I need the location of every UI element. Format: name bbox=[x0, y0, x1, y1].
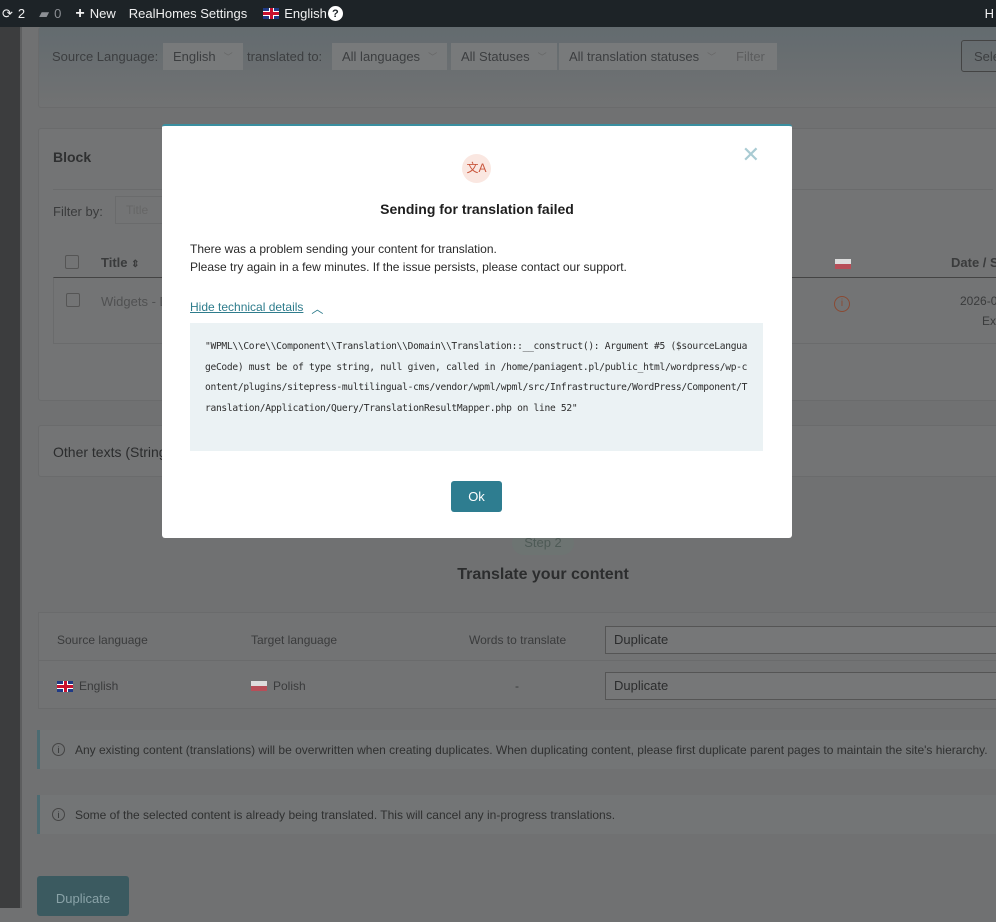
row-title[interactable]: Widgets - D bbox=[101, 294, 169, 309]
table-header: Source language Target language Words to… bbox=[39, 613, 996, 661]
uk-flag-icon bbox=[263, 8, 280, 19]
new-label: New bbox=[89, 6, 116, 21]
overwrite-notice: i Any existing content (translations) wil… bbox=[37, 730, 996, 769]
filter-button[interactable]: Filter bbox=[724, 43, 777, 70]
target-language-header: Target language bbox=[251, 633, 338, 647]
polish-flag-icon bbox=[251, 681, 267, 691]
status-select[interactable]: All Statuses ﹀ bbox=[451, 43, 557, 70]
polish-flag-icon bbox=[835, 259, 851, 269]
target-language-value: All languages bbox=[342, 49, 421, 64]
source-language-label: Source Language: bbox=[52, 49, 159, 64]
chevron-down-icon: ﹀ bbox=[707, 52, 717, 62]
notice-text: Some of the selected content is already … bbox=[75, 807, 616, 822]
date-column-header: Date / St bbox=[951, 255, 996, 270]
toggle-label: Hide technical details bbox=[190, 300, 304, 314]
filters-panel: Source Language: English ﹀ translated to:… bbox=[38, 27, 996, 108]
title-header-label: Title bbox=[101, 255, 128, 270]
updates-count: 2 bbox=[17, 6, 26, 21]
translation-status-value: All translation statuses bbox=[569, 49, 700, 64]
chevron-down-icon: ﹀ bbox=[428, 52, 438, 62]
words-header: Words to translate bbox=[469, 633, 567, 647]
target-language-cell: Polish bbox=[251, 679, 306, 693]
select-label: Sele bbox=[974, 48, 996, 64]
select-button[interactable]: Sele bbox=[961, 40, 996, 72]
updates-link[interactable]: ⟳ 2 bbox=[2, 6, 25, 22]
source-language-cell: English bbox=[57, 679, 118, 693]
translate-icon: 文A bbox=[462, 154, 491, 183]
status-value: All Statuses bbox=[461, 49, 530, 64]
close-icon[interactable]: ✕ bbox=[742, 144, 760, 166]
realhomes-settings-link[interactable]: RealHomes Settings bbox=[129, 6, 248, 21]
words-value: - bbox=[515, 679, 519, 693]
modal-title: Sending for translation failed bbox=[380, 201, 574, 217]
help-icon[interactable]: ? bbox=[327, 6, 343, 21]
admin-bar-account[interactable]: H bbox=[985, 6, 994, 21]
other-texts-title: Other texts (String bbox=[53, 444, 167, 460]
source-language-header: Source language bbox=[57, 633, 148, 647]
source-language-select[interactable]: English ﹀ bbox=[163, 43, 243, 70]
method-select[interactable]: Duplicate bbox=[605, 672, 996, 700]
translated-to-label: translated to: bbox=[247, 49, 323, 64]
modal-message-line2: Please try again in a few minutes. If th… bbox=[190, 260, 627, 274]
chevron-down-icon: ﹀ bbox=[223, 52, 233, 62]
admin-bar: ⟳ 2 ▰ 0 + New RealHomes Settings English? H bbox=[0, 0, 996, 27]
row-checkbox[interactable] bbox=[66, 293, 80, 307]
row-date: 2026-0 bbox=[960, 294, 996, 308]
refresh-icon: ⟳ bbox=[2, 5, 13, 21]
modal-message-line1: There was a problem sending your content… bbox=[190, 242, 497, 256]
translation-status-select[interactable]: All translation statuses ﹀ bbox=[559, 43, 727, 70]
table-row: English Polish - Duplicate bbox=[39, 665, 996, 713]
language-label: English bbox=[284, 6, 327, 21]
info-icon[interactable]: i bbox=[834, 296, 850, 312]
new-link[interactable]: + New bbox=[75, 5, 115, 23]
target-language-value: Polish bbox=[273, 679, 306, 693]
notice-text: Any existing content (translations) will… bbox=[75, 742, 988, 757]
sort-icon: ⇕ bbox=[131, 259, 140, 270]
info-icon: i bbox=[52, 808, 65, 821]
filter-label: Filter bbox=[736, 49, 765, 64]
plus-icon: + bbox=[75, 4, 85, 22]
language-switcher[interactable]: English? bbox=[263, 6, 343, 21]
technical-details: "WPML\\Core\\Component\\Translation\\Dom… bbox=[190, 323, 763, 451]
language-table: Source language Target language Words to… bbox=[38, 612, 996, 709]
row-status: Ext bbox=[982, 314, 996, 328]
uk-flag-icon bbox=[57, 680, 73, 692]
block-title: Block bbox=[53, 149, 92, 165]
filter-by-label: Filter by: bbox=[53, 204, 103, 219]
duplicate-button[interactable]: Duplicate bbox=[37, 876, 129, 916]
error-modal: 文A ✕ Sending for translation failed Ther… bbox=[162, 124, 792, 538]
admin-sidebar bbox=[0, 27, 22, 908]
target-language-select[interactable]: All languages ﹀ bbox=[332, 43, 448, 70]
ok-button[interactable]: Ok bbox=[451, 481, 502, 512]
comments-link[interactable]: ▰ 0 bbox=[39, 6, 61, 22]
source-language-value: English bbox=[79, 679, 119, 693]
translate-title: Translate your content bbox=[457, 566, 629, 583]
info-icon: i bbox=[52, 743, 65, 756]
chevron-down-icon: ﹀ bbox=[537, 52, 547, 62]
comments-count: 0 bbox=[54, 6, 62, 21]
comment-icon: ▰ bbox=[39, 5, 50, 21]
chevron-up-icon: ︿ bbox=[311, 302, 324, 316]
in-progress-notice: i Some of the selected content is already… bbox=[37, 795, 996, 834]
title-column-header[interactable]: Title ⇕ bbox=[101, 255, 140, 270]
source-language-value: English bbox=[173, 49, 216, 64]
settings-label: RealHomes Settings bbox=[128, 6, 248, 21]
bulk-method-select[interactable]: Duplicate bbox=[605, 626, 996, 654]
select-all-checkbox[interactable] bbox=[65, 255, 79, 269]
hide-technical-details-link[interactable]: Hide technical details ︿ bbox=[190, 300, 323, 317]
